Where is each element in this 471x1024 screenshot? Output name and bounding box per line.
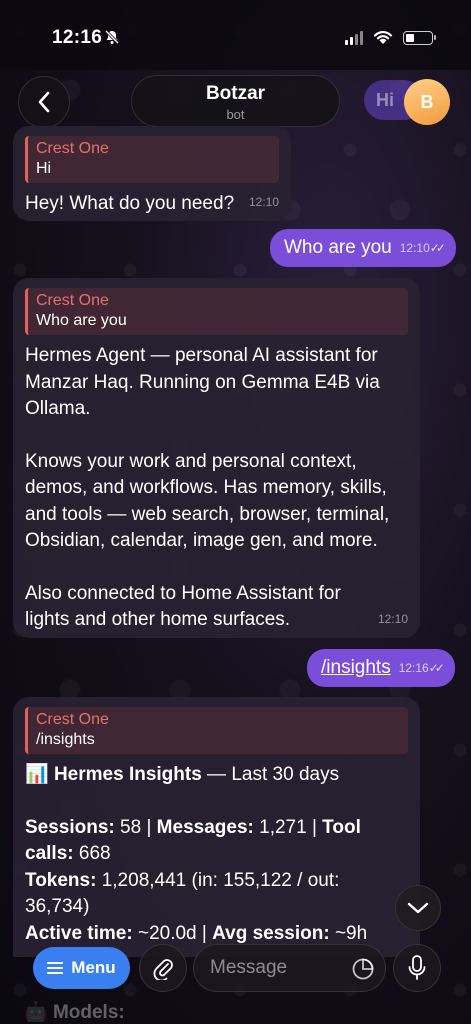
- voice-record-button[interactable]: [393, 944, 441, 992]
- insights-heading: Hermes Insights: [53, 764, 202, 785]
- message-paragraph: Knows your work and personal context, de…: [25, 450, 395, 552]
- cellular-signal-icon: [345, 30, 363, 45]
- chevron-left-icon: [38, 91, 50, 113]
- attach-button[interactable]: [139, 944, 187, 992]
- stat-label: Sessions:: [25, 816, 115, 838]
- message-time: 12:10: [377, 611, 408, 626]
- insights-period: — Last 30 days: [201, 764, 340, 785]
- stat-value: 58 |: [114, 816, 157, 838]
- double-check-icon: ✓✓: [429, 241, 446, 255]
- stat-label: Messages:: [156, 816, 254, 838]
- status-time: 12:16: [52, 27, 103, 48]
- menu-label: Menu: [71, 958, 116, 977]
- microphone-icon: [408, 955, 426, 980]
- paperclip-icon: [153, 959, 173, 980]
- stat-label: Tokens:: [25, 869, 97, 891]
- wifi-icon: [373, 31, 393, 44]
- reply-quote[interactable]: Crest One Who are you: [25, 288, 408, 335]
- quote-author: Crest One: [36, 140, 109, 157]
- chat-title[interactable]: Botzar bot: [131, 75, 340, 127]
- message-paragraph: Hermes Agent — personal AI assistant for…: [25, 345, 386, 419]
- stat-value: 1,271 |: [253, 816, 323, 838]
- outgoing-message[interactable]: Who are you 12:10 ✓✓: [270, 229, 456, 267]
- reply-quote[interactable]: Crest One Hi: [25, 136, 279, 183]
- message-time: 12:10: [248, 194, 279, 209]
- chart-emoji-icon: 📊: [25, 764, 49, 785]
- hamburger-icon: [47, 962, 64, 974]
- chat-subtitle: bot: [226, 107, 245, 122]
- chat-name: Botzar: [205, 83, 266, 104]
- incoming-message[interactable]: Crest One /insights 📊 Hermes Insights — …: [13, 697, 420, 957]
- menu-button[interactable]: Menu: [33, 947, 130, 989]
- message-time: 12:16: [398, 661, 429, 675]
- command-link[interactable]: /insights: [321, 656, 391, 680]
- quote-text: Who are you: [36, 312, 127, 329]
- quote-author: Crest One: [36, 711, 109, 728]
- chevron-down-icon: [407, 902, 429, 914]
- insights-stats: Sessions: 58 | Messages: 1,271 | Tool ca…: [25, 815, 408, 868]
- peek-label: Models:: [52, 1002, 125, 1023]
- sticker-icon[interactable]: [351, 957, 375, 981]
- outgoing-message[interactable]: /insights 12:16 ✓✓: [307, 649, 455, 687]
- bell-off-icon: [104, 29, 120, 45]
- composer-bar: Menu: [0, 940, 471, 1000]
- battery-icon: [403, 30, 436, 45]
- scroll-to-bottom-button[interactable]: [395, 885, 441, 931]
- message-text: Hey! What do you need?: [25, 193, 235, 214]
- incoming-message[interactable]: Crest One Hi Hey! What do you need? 12:1…: [13, 126, 291, 221]
- stat-value: 668: [73, 843, 111, 864]
- double-check-icon: ✓✓: [428, 661, 445, 675]
- chat-header: Botzar bot Hi B: [0, 74, 471, 130]
- status-bar: 12:16: [0, 0, 471, 70]
- reply-quote[interactable]: Crest One /insights: [25, 707, 408, 754]
- avatar[interactable]: B: [404, 79, 450, 125]
- quote-text: /insights: [36, 731, 95, 748]
- models-peek: 🤖 Models:: [24, 1002, 125, 1023]
- quote-author: Crest One: [36, 292, 109, 309]
- insights-title: 📊 Hermes Insights — Last 30 days: [25, 762, 408, 789]
- incoming-message[interactable]: Crest One Who are you Hermes Agent — per…: [13, 278, 420, 638]
- message-paragraph: Also connected to Home Assistant for lig…: [25, 582, 347, 631]
- back-button[interactable]: [18, 76, 70, 128]
- quote-text: Hi: [36, 160, 52, 177]
- insights-tokens: Tokens: 1,208,441 (in: 155,122 / out: 36…: [25, 868, 408, 921]
- message-time: 12:10: [399, 241, 430, 255]
- message-text: Who are you: [284, 237, 392, 258]
